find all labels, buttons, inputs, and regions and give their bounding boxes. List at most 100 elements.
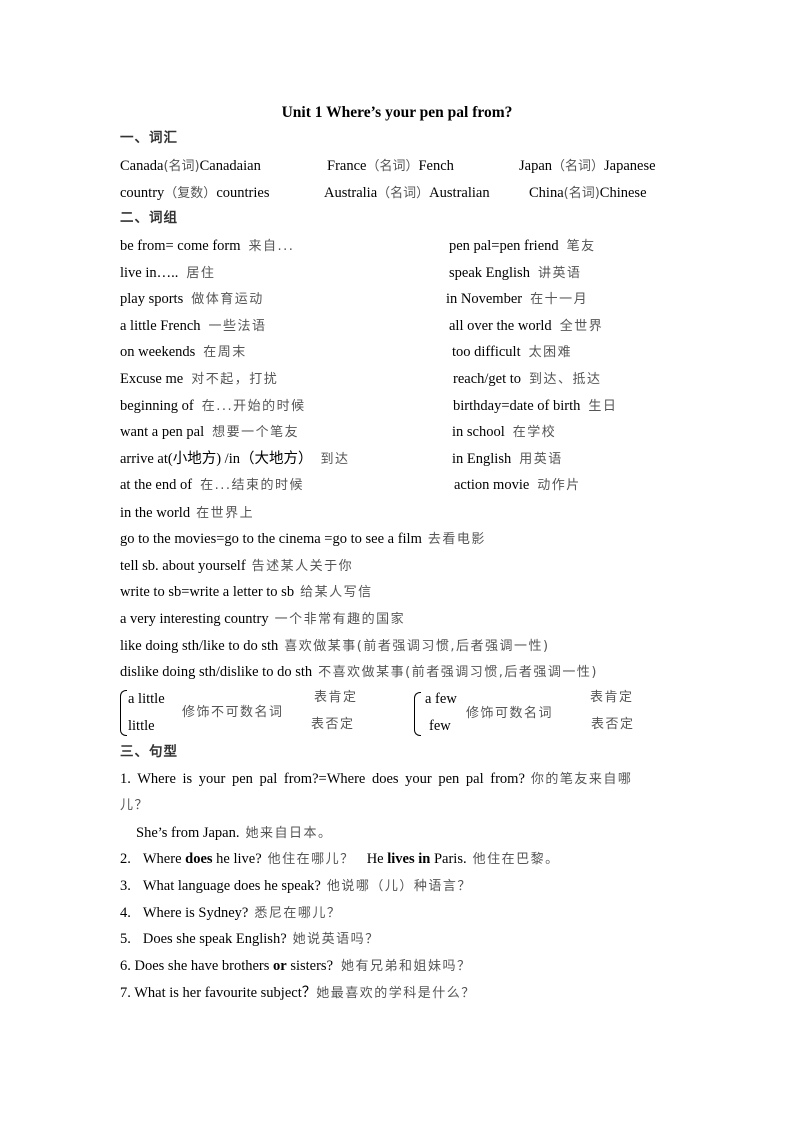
phrase-zh: 喜欢做某事(前者强调习惯,后者强调一性) — [284, 638, 550, 654]
section-heading-phrases: 二、词组 — [120, 209, 178, 227]
phrase-zh: 全世界 — [559, 318, 604, 334]
phrase-en: want a pen pal — [120, 424, 205, 441]
vocab-en2: Fench — [418, 158, 454, 174]
sentence-number: 4. — [120, 905, 131, 921]
phrase-left: beginning of 在...开始的时候 — [120, 397, 306, 416]
phrase-zh: 告述某人关于你 — [251, 558, 354, 574]
sentence-en: sisters? — [286, 958, 334, 974]
phrase-en: beginning of — [120, 397, 194, 414]
vocab-zh: （名词） — [366, 159, 419, 174]
phrase-zh: 用英语 — [519, 451, 563, 467]
phrase-zh: 在...开始的时候 — [201, 398, 306, 414]
phrase-right: in November 在十一月 — [446, 290, 588, 309]
vocab-en2: Japanese — [604, 158, 656, 174]
sentence-en: Where is Sydney? — [142, 905, 249, 921]
sentence-en: He — [366, 851, 388, 867]
brace-top-note: 表肯定 — [314, 690, 358, 705]
phrase-right: reach/get to 到达、抵达 — [453, 370, 602, 389]
phrase-en: reach/get to — [453, 371, 522, 387]
vocab-en: France — [327, 158, 367, 174]
phrase-zh: 到达 — [320, 451, 350, 467]
brace-top-word: a few — [425, 691, 457, 707]
phrase-right: too difficult 太困难 — [452, 343, 572, 362]
sentence-en: Paris. — [430, 851, 467, 867]
vocab-en: Canada — [120, 158, 164, 174]
phrase-right: birthday=date of birth 生日 — [453, 397, 617, 416]
phrase-en: on weekends — [120, 344, 196, 361]
section-heading-text: 三、句型 — [120, 744, 178, 760]
vocab-en: Australia — [324, 185, 378, 201]
phrase-left: on weekends 在周末 — [120, 343, 247, 362]
phrase-zh: 生日 — [588, 398, 618, 414]
phrase-left: be from= come form 来自... — [120, 237, 294, 256]
phrase-zh: 在十一月 — [530, 292, 589, 308]
phrase-left: at the end of 在...结束的时候 — [120, 476, 304, 495]
sentence-zh: 她最喜欢的学科是什么？ — [316, 986, 476, 1001]
vocab-en2: countries — [216, 185, 270, 201]
phrase-right: all over the world 全世界 — [449, 317, 603, 336]
sentence-zh: 他住在巴黎。 — [472, 852, 560, 867]
phrase-left: arrive at(小地方) /in（大地方） 到达 — [120, 450, 350, 469]
vocab-zh: （复数） — [164, 186, 217, 201]
phrase-zh: 不喜欢做某事(前者强调习惯,后者强调一性) — [318, 665, 598, 681]
phrase-right: speak English 讲英语 — [449, 264, 581, 283]
phrase-en: in school — [452, 424, 505, 441]
sentence-en-bold: or — [273, 958, 287, 974]
vocab-en2: Australian — [429, 185, 490, 201]
phrase-en: birthday=date of birth — [453, 397, 581, 414]
vocab-item: China(名词)Chinese — [529, 184, 647, 203]
phrase-left: Excuse me 对不起，打扰 — [120, 370, 278, 389]
sentence-1-answer: She’s from Japan. 她来自日本。 — [136, 824, 333, 843]
vocab-item: France（名词）Fench — [327, 157, 454, 176]
phrase-en: a very interesting country — [120, 610, 269, 627]
phrase-en: in the world — [120, 504, 191, 521]
vocab-zh: (名词) — [563, 186, 600, 201]
phrase-zh: 居住 — [186, 265, 216, 281]
phrase-zh: 在学校 — [512, 425, 557, 441]
sentence-2: 2. Where does he live? 他住在哪儿？ He lives in P… — [120, 850, 560, 869]
phrase-zh: 来自... — [248, 239, 295, 254]
section-heading-text: 二、词组 — [120, 210, 178, 226]
sentence-3: 3. What language does he speak? 他说哪（儿）种语言？ — [120, 877, 472, 896]
phrase-right: in school 在学校 — [452, 423, 556, 442]
phrase-en: in November — [446, 291, 523, 308]
phrase-zh: 笔友 — [566, 239, 596, 254]
left-brace — [414, 692, 421, 736]
phrase-zh: 给某人写信 — [300, 585, 373, 601]
sentence-zh: 她有兄弟和姐妹吗？ — [341, 959, 472, 974]
phrase-zh: 在...结束的时候 — [200, 478, 304, 494]
vocab-en2: Chinese — [599, 185, 647, 201]
vocab-item: Japan（名词）Japanese — [519, 157, 656, 176]
phrase-right: pen pal=pen friend 笔友 — [449, 237, 596, 256]
phrase-en: in English — [452, 450, 512, 467]
sentence-1-wrap: 儿？ — [120, 798, 150, 813]
page-title: Unit 1 Where’s your pen pal from? — [281, 104, 513, 121]
brace-top-word: a little — [128, 691, 165, 707]
sentence-4: 4. Where is Sydney? 悉尼在哪儿？ — [120, 904, 341, 923]
phrase-en: arrive at(小地方) /in（大地方） — [120, 450, 313, 467]
brace-bottom-word: few — [429, 718, 451, 734]
vocab-zh: （名词） — [552, 159, 605, 174]
sentence-6: 6. Does she have brothers or sisters? 她有兄… — [120, 957, 472, 976]
phrase-left: a little French 一些法语 — [120, 317, 267, 336]
phrase-zh: 去看电影 — [427, 532, 486, 548]
sentence-zh: 悉尼在哪儿？ — [254, 906, 342, 921]
sentence-zh: 他说哪（儿）种语言？ — [326, 879, 472, 894]
phrase-zh: 一个非常有趣的国家 — [274, 611, 406, 627]
phrase-en: too difficult — [452, 344, 521, 361]
sentence-1: 1. Where is your pen pal from?=Where doe… — [120, 770, 632, 789]
vocab-zh: （名词） — [377, 186, 430, 201]
sentence-zh: 他住在哪儿？ — [267, 852, 355, 867]
phrase-right: action movie 动作片 — [454, 476, 581, 495]
section-heading-sentences: 三、句型 — [120, 743, 178, 761]
vocab-zh: (名词) — [163, 159, 200, 174]
phrase-right: in English 用英语 — [452, 450, 563, 469]
phrase-zh: 在周末 — [203, 345, 247, 361]
phrase-zh: 做体育运动 — [191, 292, 264, 308]
phrase-zh: 动作片 — [537, 478, 581, 494]
sentence-number: 2. — [120, 851, 131, 867]
brace-bottom-word: little — [128, 718, 155, 734]
vocab-en: country — [120, 185, 165, 201]
sentence-en: 1. Where is your pen pal from?=Where doe… — [120, 771, 525, 787]
sentence-zh: 她说英语吗？ — [292, 932, 380, 947]
